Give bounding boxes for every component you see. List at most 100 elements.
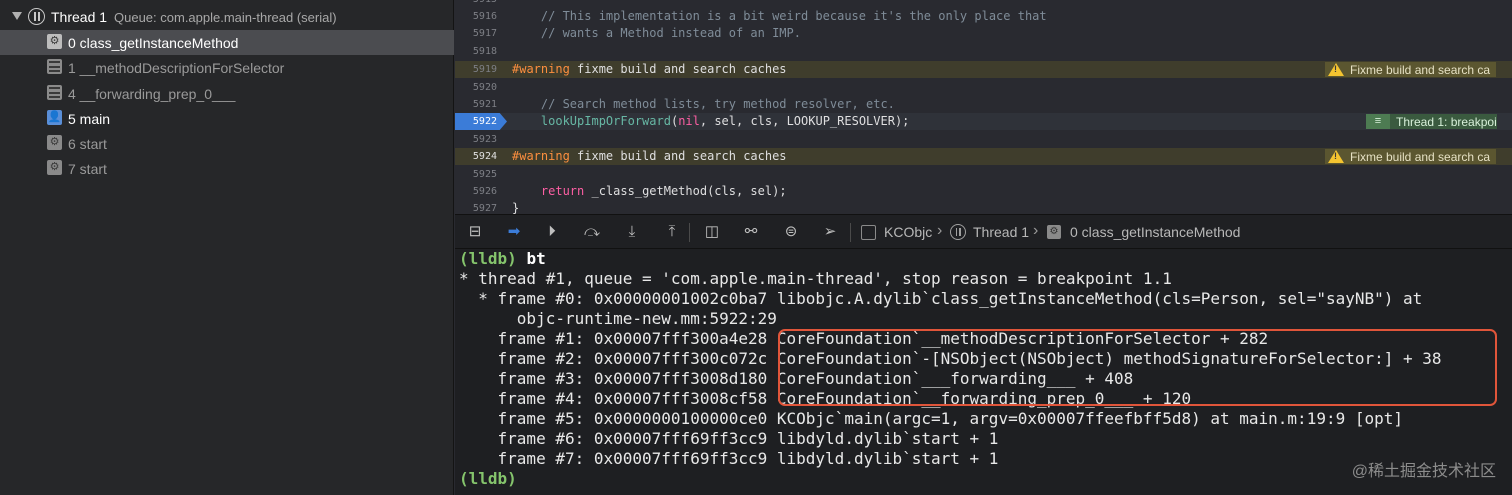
line-number: 5917 (472, 28, 497, 39)
code-line-current: 5922 lookUpImpOrForward(nil, sel, cls, L… (455, 113, 1512, 130)
line-number: 5923 (472, 134, 497, 145)
breakpoint-marker[interactable]: 5922 (455, 113, 507, 130)
warning-text: Fixme build and search ca (1350, 62, 1491, 77)
console-output-line: * thread #1, queue = 'com.apple.main-thr… (459, 269, 1172, 288)
breakpoints-toggle-button[interactable]: ➡ (504, 223, 524, 241)
console-output-line: frame #7: 0x00007fff69ff3cc9 libdyld.dyl… (459, 449, 999, 468)
gear-icon: ⚙ (47, 135, 62, 150)
code-line: 5926 return _class_getMethod(cls, sel); (455, 183, 1512, 200)
frame-label: 5 main (68, 111, 111, 127)
stack-frame-1[interactable]: 1 __methodDescriptionForSelector (0, 55, 454, 80)
environment-overrides-button[interactable]: ⊜ (781, 223, 801, 241)
line-number: 5925 (472, 169, 497, 180)
line-number: 5919 (472, 64, 497, 75)
gear-icon: ⚙ (1047, 225, 1061, 239)
continue-button[interactable]: ⏵ (542, 223, 562, 241)
stack-frame-0[interactable]: ⚙ 0 class_getInstanceMethod (0, 30, 454, 55)
hide-debug-area-button[interactable]: ⊟ (465, 223, 485, 241)
gear-icon: ⚙ (47, 34, 62, 49)
chevron-right-icon: › (1033, 222, 1039, 239)
line-number: 5916 (472, 11, 497, 22)
breakpoint-text: Thread 1: breakpoi (1396, 114, 1497, 129)
console-command-line: (lldb) bt (459, 249, 546, 269)
console-prompt-line[interactable]: (lldb) (459, 469, 517, 489)
breakpoint-badge[interactable]: ≡ Thread 1: breakpoi (1366, 114, 1497, 129)
lldb-console[interactable]: (lldb) bt * thread #1, queue = 'com.appl… (455, 249, 1512, 495)
code-line: 5923 (455, 131, 1512, 148)
step-into-button[interactable]: ⤓ (622, 223, 642, 241)
code-text: } (512, 201, 520, 214)
code-line: 5917 // wants a Method instead of an IMP… (455, 25, 1512, 42)
line-number: 5926 (472, 186, 497, 197)
stack-frame-7[interactable]: ⚙ 7 start (0, 156, 454, 181)
gear-icon: ⚙ (47, 160, 62, 175)
breadcrumb-project[interactable]: KCObjc (884, 224, 932, 240)
breadcrumb-frame[interactable]: 0 class_getInstanceMethod (1070, 224, 1240, 240)
thread-title: Thread 1 (51, 9, 108, 25)
frame-label: 0 class_getInstanceMethod (68, 35, 239, 51)
line-number: 5922 (472, 116, 497, 127)
thread-icon (28, 8, 45, 25)
code-line: 5921 // Search method lists, try method … (455, 96, 1512, 113)
annotation-highlight-box (778, 329, 1497, 406)
line-number: 5920 (472, 82, 497, 93)
code-line: 5915 (455, 0, 1512, 8)
memory-graph-button[interactable]: ⚯ (741, 223, 761, 241)
list-icon (47, 85, 62, 100)
code-line: 5927 } (455, 200, 1512, 214)
stack-frame-5[interactable]: 👤 5 main (0, 106, 454, 131)
stack-frame-6[interactable]: ⚙ 6 start (0, 131, 454, 156)
code-text: lookUpImpOrForward(nil, sel, cls, LOOKUP… (540, 114, 910, 128)
warning-icon (1328, 63, 1344, 76)
console-command: bt (526, 249, 546, 268)
line-number: 5927 (472, 203, 497, 214)
code-line-warning: 5919 #warning fixme build and search cac… (455, 61, 1512, 78)
list-icon: ≡ (1366, 114, 1390, 129)
line-number: 5918 (472, 46, 497, 57)
debug-toolbar: ⊟ ➡ ⏵ ⤼ ⤓ ⤒ ◫ ⚯ ⊜ ➢ KCObjc › Thread 1 › … (455, 214, 1512, 249)
console-output-line: objc-runtime-new.mm:5922:29 (459, 309, 777, 328)
lldb-prompt: (lldb) (459, 469, 517, 488)
toolbar-divider (850, 223, 851, 242)
app-icon (861, 225, 876, 240)
code-text: // wants a Method instead of an IMP. (512, 26, 801, 40)
warning-text: Fixme build and search ca (1350, 149, 1491, 164)
code-text: // This implementation is a bit weird be… (512, 9, 1047, 23)
step-out-button[interactable]: ⤒ (662, 223, 682, 241)
debug-navigator: Thread 1 Queue: com.apple.main-thread (s… (0, 0, 454, 495)
code-line: 5920 (455, 79, 1512, 96)
code-line: 5918 (455, 43, 1512, 60)
thread-queue: Queue: com.apple.main-thread (serial) (114, 10, 337, 25)
console-output-line: frame #6: 0x00007fff69ff3cc9 libdyld.dyl… (459, 429, 999, 448)
code-text: // Search method lists, try method resol… (512, 97, 895, 111)
line-number: 5921 (472, 99, 497, 110)
view-hierarchy-button[interactable]: ◫ (702, 223, 722, 241)
source-editor[interactable]: 5915 5916 // This implementation is a bi… (455, 0, 1512, 214)
frame-label: 1 __methodDescriptionForSelector (68, 60, 285, 76)
step-over-button[interactable]: ⤼ (582, 223, 602, 241)
stack-frame-4[interactable]: 4 __forwarding_prep_0___ (0, 81, 454, 106)
code-line: 5925 (455, 166, 1512, 183)
code-text: #warning fixme build and search caches (512, 149, 787, 163)
lldb-prompt: (lldb) (459, 249, 517, 268)
thread-row[interactable]: Thread 1 Queue: com.apple.main-thread (s… (0, 5, 454, 30)
code-text: #warning fixme build and search caches (512, 62, 787, 76)
simulate-location-button[interactable]: ➢ (820, 223, 840, 241)
frame-label: 7 start (68, 161, 107, 177)
watermark: @稀土掘金技术社区 (1351, 463, 1496, 480)
warning-badge[interactable]: Fixme build and search ca (1325, 62, 1497, 77)
warning-icon (1328, 150, 1344, 163)
thread-icon (950, 224, 966, 240)
console-output-line: * frame #0: 0x00000001002c0ba7 libobjc.A… (459, 289, 1423, 308)
frame-label: 4 __forwarding_prep_0___ (68, 86, 236, 102)
toolbar-divider (689, 223, 690, 242)
code-line: 5916 // This implementation is a bit wei… (455, 8, 1512, 25)
list-icon (47, 59, 62, 74)
user-icon: 👤 (47, 110, 62, 125)
disclosure-triangle-icon[interactable] (12, 12, 22, 20)
warning-badge[interactable]: Fixme build and search ca (1325, 149, 1497, 164)
breadcrumb-thread[interactable]: Thread 1 (973, 224, 1029, 240)
code-text: return _class_getMethod(cls, sel); (540, 184, 787, 198)
frame-label: 6 start (68, 136, 107, 152)
line-number: 5915 (455, 0, 497, 5)
